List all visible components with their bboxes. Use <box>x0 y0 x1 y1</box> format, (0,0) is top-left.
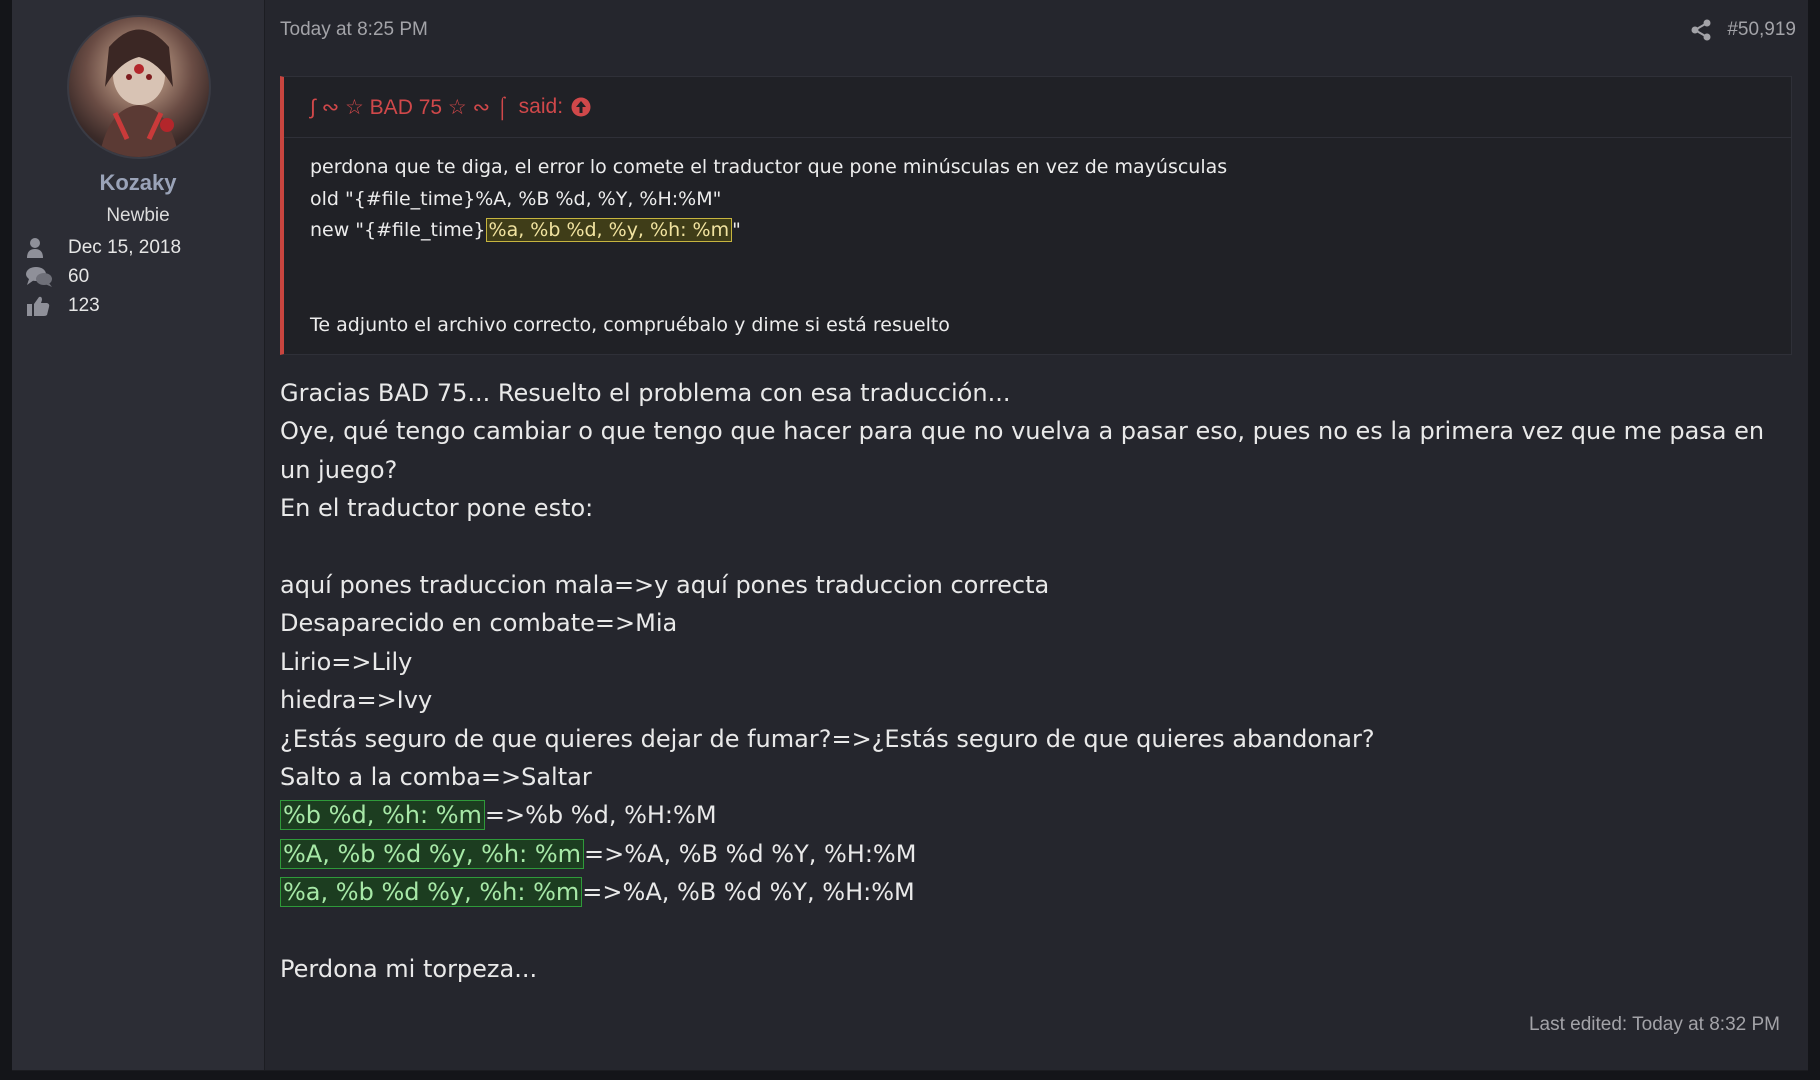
quote-line-prefix: new "{#file_time} <box>310 219 486 241</box>
content-line: Oye, qué tengo cambiar o que tengo que h… <box>280 417 1765 484</box>
quote-spacer <box>310 247 1791 310</box>
last-edited-note: Last edited: Today at 8:32 PM <box>1528 1014 1780 1035</box>
post-content: Gracias BAD 75... Resuelto el problema c… <box>280 374 1800 988</box>
post-date-link[interactable]: Today at 8:25 PM <box>280 19 428 41</box>
comments-icon <box>26 266 54 288</box>
avatar[interactable] <box>67 15 211 159</box>
user-title: Newbie <box>106 205 170 226</box>
content-spacer <box>280 528 1800 566</box>
content-line: Lirio=>Lily <box>280 647 413 676</box>
quote-line: perdona que te diga, el error lo comete … <box>310 156 1228 178</box>
highlighted-text: %b %d, %h: %m <box>280 800 485 831</box>
highlighted-text: %A, %b %d %y, %h: %m <box>280 838 584 869</box>
content-spacer <box>280 912 1800 950</box>
thumbs-up-icon <box>26 295 54 317</box>
quote-block: ∫ ∾ ☆ BAD 75 ☆ ∾ ⌠ said: perdona que te … <box>280 76 1792 355</box>
content-line: hiedra=>Ivy <box>280 686 433 715</box>
reactions-count: 123 <box>68 295 100 316</box>
user-sidebar: Kozaky Newbie Dec 15, 2018 60 123 <box>12 0 265 1070</box>
messages-stat: 60 <box>26 266 89 288</box>
content-line: aquí pones traduccion mala=>y aquí pones… <box>280 571 1050 600</box>
quote-line-suffix: " <box>732 219 741 241</box>
quote-author-link[interactable]: ∫ ∾ ☆ BAD 75 ☆ ∾ ⌠ <box>310 95 509 120</box>
content-line: Salto a la comba=>Saltar <box>280 763 592 792</box>
messages-count: 60 <box>68 266 90 287</box>
content-line-rest: =>%A, %B %d %Y, %H:%M <box>582 878 915 907</box>
user-icon <box>26 237 54 259</box>
quote-line: new "{#file_time} %a, %b %d, %y, %h: %m " <box>310 215 1791 247</box>
avatar-image <box>99 29 179 157</box>
post-main: Today at 8:25 PM #50,919 ∫ ∾ ☆ BAD 75 ☆ … <box>265 0 1808 1070</box>
content-line-rest: =>%b %d, %H:%M <box>484 801 717 830</box>
quote-body: perdona que te diga, el error lo comete … <box>284 138 1791 341</box>
content-line: En el traductor pone esto: <box>280 494 594 523</box>
content-line: ¿Estás seguro de que quieres dejar de fu… <box>280 724 1375 753</box>
quote-line: old "{#file_time}%A, %B %d, %Y, %H:%M" <box>310 187 722 210</box>
content-line: %A, %b %d %y, %h: %m =>%A, %B %d %Y, %H:%… <box>280 835 1800 873</box>
quote-said-label: said: <box>518 95 564 118</box>
username-link[interactable]: Kozaky <box>12 170 264 196</box>
quote-header: ∫ ∾ ☆ BAD 75 ☆ ∾ ⌠ said: <box>284 77 1791 138</box>
content-line: %a, %b %d %y, %h: %m =>%A, %B %d %Y, %H:%… <box>280 873 1800 911</box>
arrow-up-circle-icon[interactable] <box>571 97 591 117</box>
content-line: Desaparecido en combate=>Mia <box>280 609 678 638</box>
content-line: Perdona mi torpeza... <box>280 955 538 984</box>
highlighted-text: %a, %b %d %y, %h: %m <box>280 877 583 908</box>
share-icon[interactable] <box>1690 19 1712 41</box>
quote-line: Te adjunto el archivo correcto, compruéb… <box>310 313 950 336</box>
highlighted-text: %a, %b %d, %y, %h: %m <box>485 218 733 242</box>
reactions-stat: 123 <box>26 295 100 317</box>
joined-stat: Dec 15, 2018 <box>26 237 181 259</box>
joined-date: Dec 15, 2018 <box>68 237 182 258</box>
content-line: %b %d, %h: %m =>%b %d, %H:%M <box>280 796 1800 834</box>
content-line: Gracias BAD 75... Resuelto el problema c… <box>280 379 1011 407</box>
post-number-link[interactable]: #50,919 <box>1727 19 1796 41</box>
message-post: Kozaky Newbie Dec 15, 2018 60 123 Today … <box>12 0 1808 1071</box>
content-line-rest: =>%A, %B %d %Y, %H:%M <box>584 839 917 868</box>
